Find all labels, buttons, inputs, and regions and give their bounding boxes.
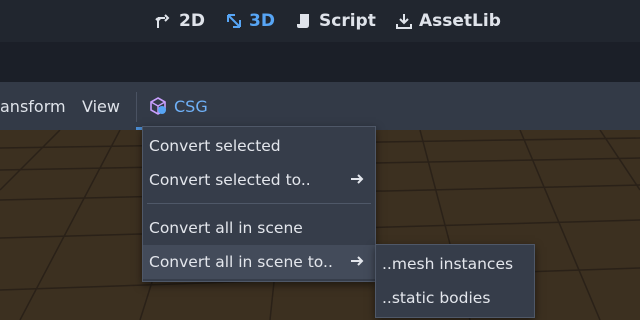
menu-item-label: Convert all in scene [149,219,303,237]
workspace-tab-label: Script [319,11,376,31]
view-menu-label: View [82,96,120,116]
transform-menu[interactable]: ansform [0,82,66,130]
download-icon [394,11,414,31]
workspace-separator [0,42,640,52]
script-scroll-icon [294,11,314,31]
menu-item-convert-all-to[interactable]: Convert all in scene to.. [143,245,375,279]
scene-tabs-bar [0,52,640,82]
menu-item-label: Convert all in scene to.. [149,253,333,271]
menu-item-convert-selected-to[interactable]: Convert selected to.. [143,163,375,197]
menu-separator [147,203,371,204]
workspace-tab-2d[interactable]: 2D [154,8,205,34]
submenu-item-static-bodies[interactable]: ..static bodies [376,281,534,315]
csg-menu[interactable]: CSG [148,82,208,130]
menu-item-label: Convert selected [149,137,281,155]
workspace-tab-label: AssetLib [419,11,501,31]
3d-axes-icon [224,11,244,31]
arrow-right-icon [351,174,364,184]
menubar-divider [136,92,137,122]
workspace-tab-label: 2D [179,11,205,31]
view-menu[interactable]: View [82,82,120,130]
submenu-item-label: ..mesh instances [382,255,514,273]
transform-menu-label: ansform [0,96,66,116]
menu-item-convert-selected[interactable]: Convert selected [143,129,375,163]
workspace-tab-3d[interactable]: 3D [224,8,275,34]
workspace-tab-label: 3D [249,11,275,31]
workspace-tab-assetlib[interactable]: AssetLib [394,8,501,34]
submenu-item-label: ..static bodies [382,289,491,307]
menu-item-convert-all[interactable]: Convert all in scene [143,211,375,245]
submenu-item-mesh-instances[interactable]: ..mesh instances [376,247,534,281]
2d-move-icon [154,11,174,31]
menu-item-label: Convert selected to.. [149,171,311,189]
convert-all-submenu: ..mesh instances ..static bodies [375,244,535,318]
workspace-bar: 2D 3D Script AssetLib [0,0,640,42]
csg-cube-icon [148,96,168,116]
csg-dropdown-menu: Convert selected Convert selected to.. C… [142,126,376,282]
arrow-right-icon [351,256,364,266]
csg-menu-label: CSG [174,96,208,116]
workspace-tab-script[interactable]: Script [294,8,376,34]
